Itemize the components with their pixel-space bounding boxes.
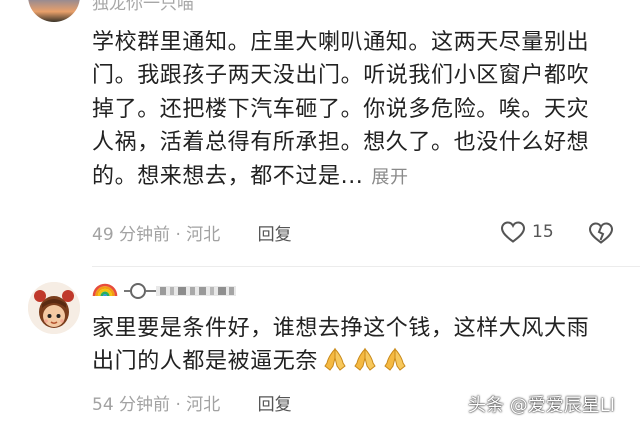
comment-time: 54 分钟前 xyxy=(92,395,171,415)
reply-button[interactable]: 回复 xyxy=(258,225,292,245)
badge-line xyxy=(146,290,156,292)
praying-hands-icon xyxy=(352,346,378,382)
comment-line: 掉了。还把楼下汽车砸了。你说多危险。唉。天灾 xyxy=(92,96,590,122)
user-avatar[interactable] xyxy=(28,282,80,334)
comment-line: 的。想来想去，都不过是... xyxy=(92,163,364,189)
comment-line: 学校群里通知。庄里大喇叭通知。这两天尽量别出 xyxy=(92,30,590,55)
reply-button[interactable]: 回复 xyxy=(258,395,292,415)
comment-line-last: 的。想来想去，都不过是... 展开 xyxy=(92,160,589,194)
watermark: 头条 @爱爱辰星LI xyxy=(468,395,616,416)
rainbow-icon xyxy=(92,278,118,302)
comment-time: 49 分钟前 xyxy=(92,225,171,245)
comment-feed: 独龙你一只喵 学校群里通知。庄里大喇叭通知。这两天尽量别出 门。我跟孩子两天没出… xyxy=(0,0,640,422)
like-button[interactable]: 15 xyxy=(500,220,554,244)
expand-link[interactable]: 展开 xyxy=(371,167,408,188)
meta-separator: · xyxy=(175,395,181,415)
comment-line: 家里要是条件好，谁想去挣这个钱，这样大风大雨 xyxy=(92,316,590,341)
heart-icon xyxy=(500,221,526,243)
meta-separator: · xyxy=(175,225,181,245)
comment-divider xyxy=(92,266,640,267)
like-count: 15 xyxy=(532,222,554,242)
dislike-button[interactable] xyxy=(588,221,614,249)
cartoon-girl-avatar-icon xyxy=(28,282,80,334)
praying-hands-icon xyxy=(382,346,408,382)
comment-meta: 49 分钟前 · 河北 回复 xyxy=(92,224,292,246)
user-badge xyxy=(124,283,236,299)
comment-body: 学校群里通知。庄里大喇叭通知。这两天尽量别出 门。我跟孩子两天没出门。听说我们小… xyxy=(92,26,589,194)
comment-username[interactable]: 独龙你一只喵 xyxy=(92,0,194,14)
comment-line: 门。我跟孩子两天没出门。听说我们小区窗户都吹 xyxy=(92,63,590,89)
comment-line: 出门的人都是被逼无奈 xyxy=(92,349,319,375)
praying-hands-icon xyxy=(322,346,348,382)
comment-body: 家里要是条件好，谁想去挣这个钱，这样大风大雨 出门的人都是被逼无奈 xyxy=(92,312,589,383)
badge-ring-icon xyxy=(130,283,146,299)
broken-heart-icon xyxy=(588,222,614,244)
comment-location: 河北 xyxy=(186,395,221,415)
comment-meta: 54 分钟前 · 河北 回复 xyxy=(92,394,292,416)
comment-location: 河北 xyxy=(186,225,221,245)
comment-line: 人祸，活着总得有所承担。想久了。也没什么好想 xyxy=(92,130,590,156)
comment-line-last: 出门的人都是被逼无奈 xyxy=(92,345,589,382)
badge-pattern-icon xyxy=(156,286,236,296)
user-avatar[interactable] xyxy=(28,0,80,22)
